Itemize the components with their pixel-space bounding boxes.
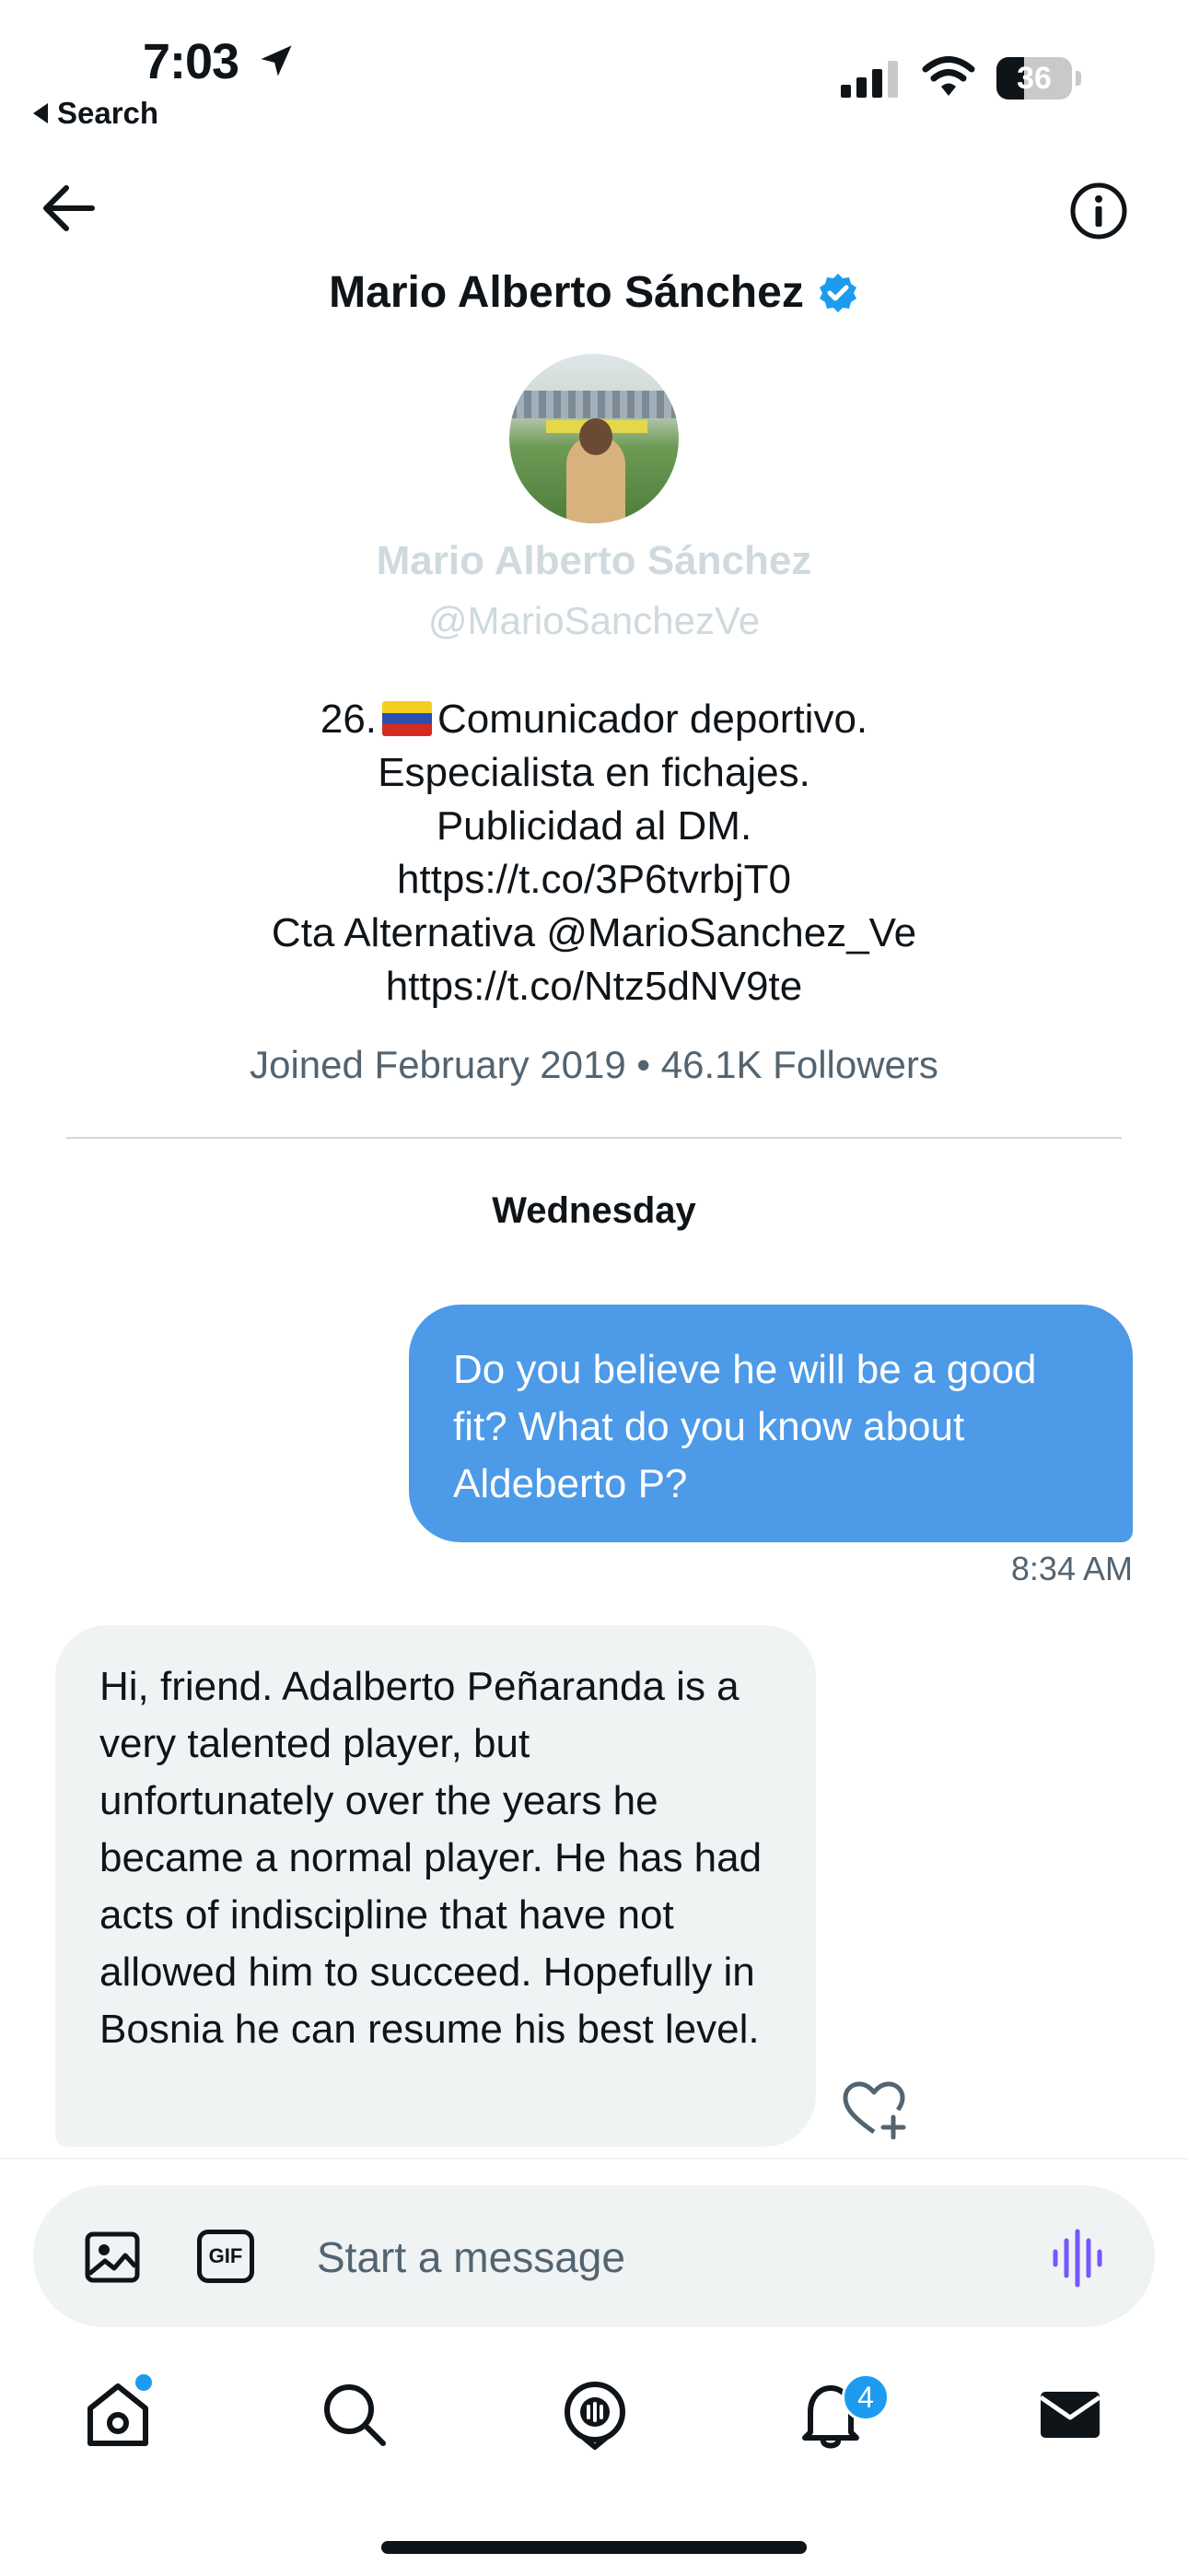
messages-icon[interactable] [1033,2377,1107,2451]
day-separator: Wednesday [492,1190,696,1231]
bio-line-1: Especialista en fichajes. [378,750,810,795]
bio-prefix: 26. [320,697,378,742]
gif-button[interactable]: GIF [197,2230,254,2283]
home-new-dot [133,2371,155,2394]
venezuela-flag-icon [382,701,433,736]
bio-line-2: Publicidad al DM. [436,803,752,849]
voice-message-icon[interactable] [1050,2228,1105,2289]
status-time: 7:03 [143,34,239,89]
outgoing-message[interactable]: Do you believe he will be a good fit? Wh… [409,1305,1133,1542]
profile-name[interactable]: Mario Alberto Sánchez [0,538,1188,584]
incoming-message[interactable]: Hi, friend. Adalberto Peñaranda is a ver… [55,1625,816,2147]
image-icon[interactable] [83,2228,142,2287]
add-reaction-heart-icon[interactable] [842,2080,906,2139]
divider [66,1137,1122,1139]
verified-badge-icon [819,273,856,312]
header-name: Mario Alberto Sánchez [329,268,804,317]
profile-meta: Joined February 2019 • 46.1K Followers [250,1043,938,1086]
profile-handle[interactable]: @MarioSanchezVe [0,599,1188,643]
avatar-head [579,418,612,455]
back-arrow-icon[interactable] [37,181,101,236]
conversation-title: Mario Alberto Sánchez [0,267,1188,318]
profile-bio: 26. Comunicador deportivo. Especialista e… [111,693,1077,1013]
notifications-badge: 4 [842,2373,890,2421]
bio-link-1[interactable]: https://t.co/3P6tvrbjT0 [111,853,1077,907]
bio-line-4[interactable]: Cta Alternativa @MarioSanchez_Ve [111,907,1077,960]
composer-divider [0,2158,1188,2160]
battery-nub [1076,71,1081,86]
back-triangle-icon [33,103,48,123]
message-input[interactable] [317,2222,998,2292]
info-icon[interactable] [1068,181,1129,241]
battery-indicator: 36 [996,57,1083,100]
spaces-icon[interactable] [558,2377,632,2451]
back-to-app-label: Search [57,96,159,130]
profile-avatar[interactable] [509,354,679,523]
wifi-icon [922,56,975,96]
back-to-app-link[interactable]: Search [33,96,158,131]
home-indicator [381,2541,807,2554]
bio-line-0: 26. Comunicador deportivo. [111,693,1077,746]
bio-link-2[interactable]: https://t.co/Ntz5dNV9te [111,960,1077,1013]
location-arrow-icon [261,45,292,76]
avatar-stadium-stand [509,391,679,418]
search-icon[interactable] [317,2377,390,2451]
bio-line-text: Comunicador deportivo. [437,697,868,742]
battery-level: 36 [1017,61,1052,96]
cellular-signal-icon [841,59,898,98]
message-timestamp: 8:34 AM [1010,1550,1133,1587]
